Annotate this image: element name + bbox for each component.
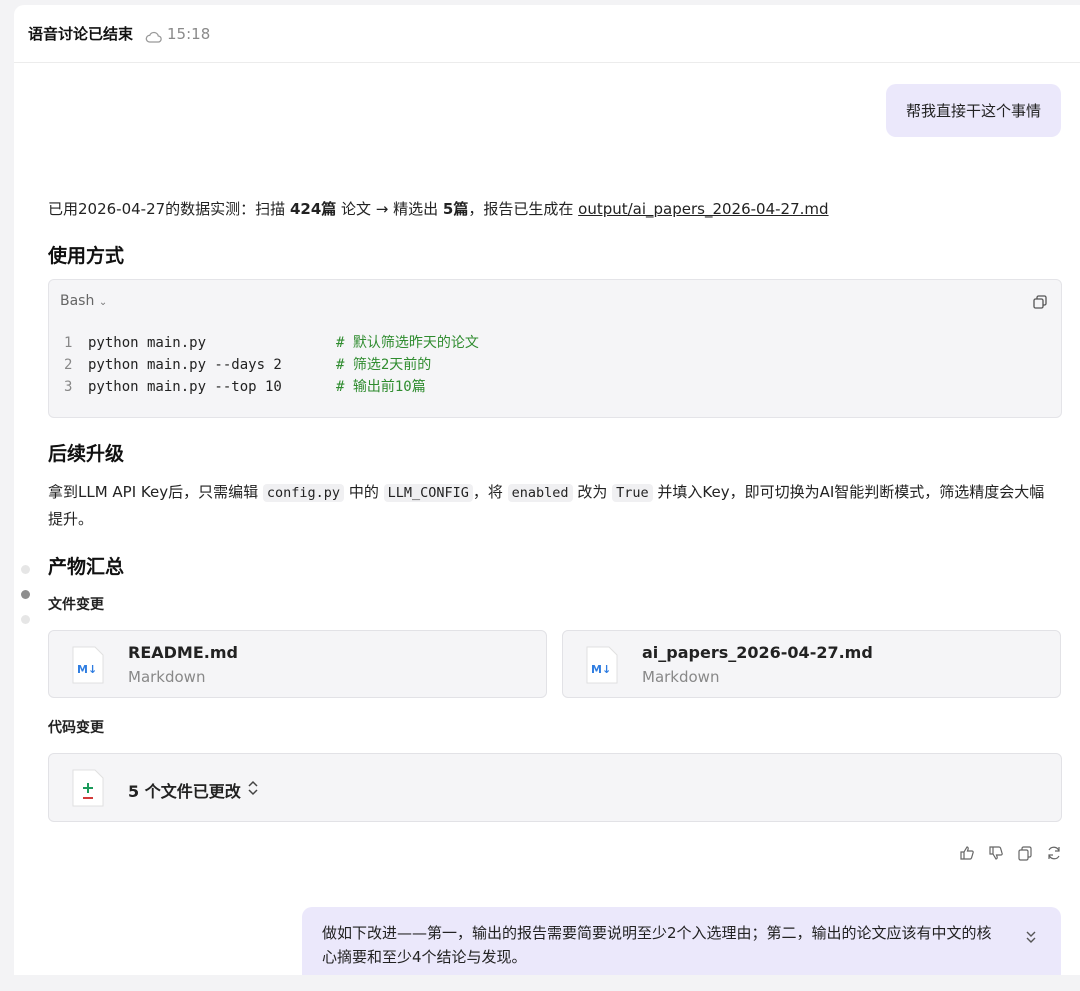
code-changes-card[interactable]: 5 个文件已更改	[48, 753, 1062, 822]
thumbs-up-icon[interactable]	[959, 845, 975, 861]
changed-files-summary: 5 个文件已更改	[128, 782, 241, 801]
markdown-icon: M↓	[71, 645, 105, 685]
code-line: 3 python main.py --top 10 # 输出前10篇	[64, 376, 479, 398]
code-line: 2 python main.py --days 2 # 筛选2天前的	[64, 354, 479, 376]
copy-icon[interactable]	[1033, 294, 1047, 309]
file-name: ai_papers_2026-04-27.md	[642, 643, 873, 662]
code-block: Bash ⌄ 1 python main.py # 默认筛选昨天的论文 2 pytho…	[48, 279, 1062, 418]
conversation-header: 语音讨论已结束 15:18	[14, 5, 1080, 63]
svg-text:M↓: M↓	[591, 663, 611, 676]
conversation-time: 15:18	[167, 24, 211, 43]
inline-code: LLM_CONFIG	[383, 484, 473, 502]
svg-text:M↓: M↓	[77, 663, 97, 676]
file-type: Markdown	[128, 668, 206, 686]
line-number: 1	[64, 335, 73, 351]
collapse-icon[interactable]	[1025, 927, 1037, 943]
language-label: Bash	[60, 293, 95, 309]
files-heading: 文件变更	[48, 597, 104, 613]
paragraph-text: 改为	[572, 483, 613, 501]
scanned-count: 424篇	[289, 200, 337, 218]
language-selector[interactable]: Bash ⌄	[60, 293, 107, 309]
paragraph-text: ，将	[472, 483, 508, 501]
chevron-down-icon: ⌄	[98, 297, 108, 308]
nav-dot[interactable]	[21, 565, 30, 574]
line-number: 2	[64, 357, 73, 373]
chat-panel: 语音讨论已结束 15:18 帮我直接干这个事情 已用2026-04-27的数据实…	[14, 5, 1080, 991]
user-message-bubble: 帮我直接干这个事情	[885, 84, 1061, 137]
upgrade-heading: 后续升级	[48, 443, 125, 465]
result-summary: 已用2026-04-27的数据实测：扫描 424篇 论文 → 精选出 5篇，报告…	[48, 198, 829, 219]
thumbs-down-icon[interactable]	[988, 845, 1004, 861]
file-type: Markdown	[642, 668, 720, 686]
summary-text: ，报告已生成在	[468, 200, 579, 218]
selected-count: 5篇	[442, 200, 469, 218]
diff-file-icon	[71, 768, 105, 808]
inline-code: enabled	[507, 484, 573, 502]
message-navigator[interactable]	[21, 565, 30, 640]
file-name: README.md	[128, 643, 238, 662]
code-line: 1 python main.py # 默认筛选昨天的论文	[64, 332, 479, 354]
code-lines: 1 python main.py # 默认筛选昨天的论文 2 python main.…	[64, 332, 479, 398]
code-comment: # 默认筛选昨天的论文	[336, 335, 479, 351]
code-command: python main.py	[88, 335, 207, 351]
conversation-title: 语音讨论已结束	[28, 25, 134, 43]
paragraph-text: 拿到LLM API Key后，只需编辑	[48, 483, 263, 501]
paragraph-text: 中的	[344, 483, 384, 501]
usage-heading: 使用方式	[48, 245, 125, 267]
code-command: python main.py --days 2	[88, 357, 282, 373]
file-card[interactable]: M↓ README.md Markdown	[48, 630, 547, 698]
summary-text: 已用2026-04-27的数据实测：扫描	[48, 200, 290, 218]
inline-code: True	[612, 484, 653, 502]
code-comment: # 筛选2天前的	[336, 357, 432, 373]
expand-toggle-icon[interactable]	[247, 779, 259, 797]
regenerate-icon[interactable]	[1046, 845, 1062, 861]
bottom-edge	[0, 975, 1080, 991]
code-command: python main.py --top 10	[88, 379, 282, 395]
message-actions	[959, 845, 1062, 861]
upgrade-paragraph: 拿到LLM API Key后，只需编辑 config.py 中的 LLM_CON…	[48, 479, 1058, 532]
code-changes-heading: 代码变更	[48, 720, 104, 736]
user-message-text: 做如下改进——第一，输出的报告需要简要说明至少2个入选理由；第二，输出的论文应该…	[322, 924, 992, 966]
file-card[interactable]: M↓ ai_papers_2026-04-27.md Markdown	[562, 630, 1061, 698]
line-number: 3	[64, 379, 73, 395]
summary-text: 论文 → 精选出	[336, 200, 443, 218]
cloud-icon	[145, 28, 162, 43]
code-comment: # 输出前10篇	[336, 379, 426, 395]
artifacts-heading: 产物汇总	[48, 556, 125, 578]
output-path-link[interactable]: output/ai_papers_2026-04-27.md	[578, 200, 828, 218]
inline-code: config.py	[262, 484, 345, 502]
markdown-icon: M↓	[585, 645, 619, 685]
nav-dot[interactable]	[21, 615, 30, 624]
nav-dot-active[interactable]	[21, 590, 30, 599]
copy-icon[interactable]	[1017, 845, 1033, 861]
